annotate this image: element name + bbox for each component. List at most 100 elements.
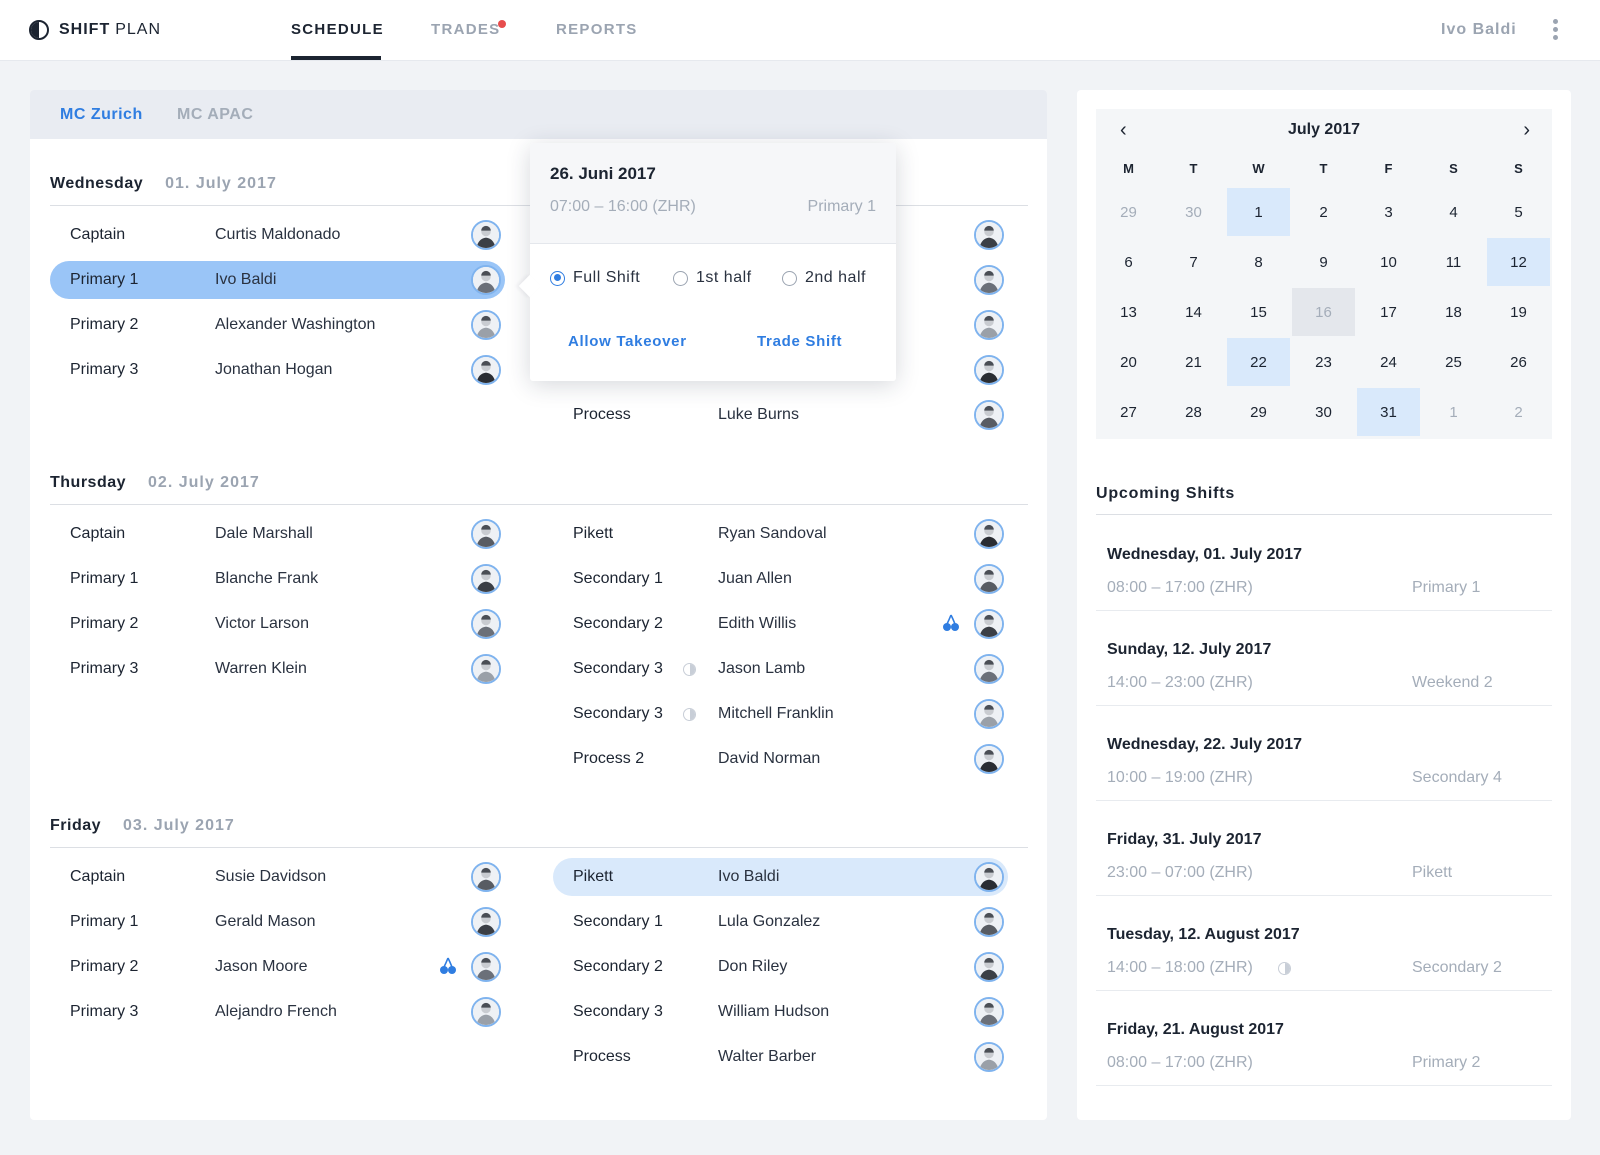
avatar[interactable] xyxy=(974,519,1004,549)
upcoming-shift-item[interactable]: Tuesday, 12. August 2017 14:00 – 18:00 (Z… xyxy=(1096,895,1552,991)
calendar-day[interactable]: 4 xyxy=(1422,188,1485,236)
calendar-day[interactable]: 27 xyxy=(1097,388,1160,436)
shift-row-secondary-2[interactable]: Secondary 2 Edith Willis xyxy=(553,605,1008,643)
radio-first-half[interactable]: 1st half xyxy=(673,269,752,287)
shift-row-secondary-1[interactable]: Secondary 1 Lula Gonzalez xyxy=(553,903,1008,941)
calendar-day[interactable]: 2 xyxy=(1292,188,1355,236)
calendar-day[interactable]: 29 xyxy=(1097,188,1160,236)
upcoming-shift-item[interactable]: Wednesday, 01. July 2017 08:00 – 17:00 (Z… xyxy=(1096,515,1552,611)
avatar[interactable] xyxy=(974,400,1004,430)
avatar[interactable] xyxy=(974,952,1004,982)
calendar-day[interactable]: 25 xyxy=(1422,338,1485,386)
calendar-day[interactable]: 1 xyxy=(1227,188,1290,236)
radio-full-shift[interactable]: Full Shift xyxy=(550,269,640,287)
shift-row-secondary-3[interactable]: Secondary 3 Jason Lamb xyxy=(553,650,1008,688)
avatar[interactable] xyxy=(974,265,1004,295)
upcoming-shift-item[interactable]: Friday, 31. July 2017 23:00 – 07:00 (ZHR)… xyxy=(1096,800,1552,896)
calendar-day[interactable]: 6 xyxy=(1097,238,1160,286)
calendar-day[interactable]: 2 xyxy=(1487,388,1550,436)
avatar[interactable] xyxy=(974,699,1004,729)
avatar[interactable] xyxy=(974,862,1004,892)
avatar[interactable] xyxy=(974,997,1004,1027)
upcoming-shift-item[interactable]: Sunday, 12. July 2017 14:00 – 23:00 (ZHR)… xyxy=(1096,610,1552,706)
avatar[interactable] xyxy=(974,355,1004,385)
tab-reports[interactable]: REPORTS xyxy=(556,21,638,38)
shift-row-primary-2[interactable]: Primary 2 Jason Moore xyxy=(50,948,505,986)
shift-row-primary-1[interactable]: Primary 1 Ivo Baldi xyxy=(50,261,505,299)
avatar[interactable] xyxy=(974,609,1004,639)
calendar-day[interactable]: 13 xyxy=(1097,288,1160,336)
avatar[interactable] xyxy=(471,564,501,594)
shift-row-primary-3[interactable]: Primary 3 Warren Klein xyxy=(50,650,505,688)
avatar[interactable] xyxy=(471,355,501,385)
shift-row-process[interactable]: Process Walter Barber xyxy=(553,1038,1008,1076)
avatar[interactable] xyxy=(471,220,501,250)
shift-row-primary-3[interactable]: Primary 3 Alejandro French xyxy=(50,993,505,1031)
avatar[interactable] xyxy=(974,1042,1004,1072)
upcoming-shift-item[interactable]: Wednesday, 22. July 2017 10:00 – 19:00 (Z… xyxy=(1096,705,1552,801)
app-logo[interactable]: SHIFT PLAN xyxy=(29,20,161,40)
calendar-day[interactable]: 10 xyxy=(1357,238,1420,286)
radio-second-half[interactable]: 2nd half xyxy=(782,269,866,287)
allow-takeover-button[interactable]: Allow Takeover xyxy=(568,333,687,350)
calendar-day[interactable]: 18 xyxy=(1422,288,1485,336)
calendar-day[interactable]: 30 xyxy=(1162,188,1225,236)
avatar[interactable] xyxy=(471,654,501,684)
calendar-day[interactable]: 26 xyxy=(1487,338,1550,386)
shift-row-secondary-1[interactable]: Secondary 1 Juan Allen xyxy=(553,560,1008,598)
calendar-day[interactable]: 5 xyxy=(1487,188,1550,236)
calendar-day[interactable]: 22 xyxy=(1227,338,1290,386)
avatar[interactable] xyxy=(974,220,1004,250)
tab-mc-zurich[interactable]: MC Zurich xyxy=(60,106,143,124)
calendar-day[interactable]: 7 xyxy=(1162,238,1225,286)
calendar-day[interactable]: 21 xyxy=(1162,338,1225,386)
calendar-day[interactable]: 31 xyxy=(1357,388,1420,436)
tab-trades[interactable]: TRADES xyxy=(431,21,500,38)
calendar-day[interactable]: 23 xyxy=(1292,338,1355,386)
calendar-day[interactable]: 20 xyxy=(1097,338,1160,386)
shift-row-pikett[interactable]: Pikett Ryan Sandoval xyxy=(553,515,1008,553)
shift-row-captain[interactable]: Captain Dale Marshall xyxy=(50,515,505,553)
avatar[interactable] xyxy=(974,564,1004,594)
user-name[interactable]: Ivo Baldi xyxy=(1441,21,1517,39)
calendar-day[interactable]: 30 xyxy=(1292,388,1355,436)
avatar[interactable] xyxy=(471,265,501,295)
calendar-day[interactable]: 8 xyxy=(1227,238,1290,286)
shift-row-secondary-3[interactable]: Secondary 3 Mitchell Franklin xyxy=(553,695,1008,733)
shift-row-process[interactable]: Process Luke Burns xyxy=(553,396,1008,434)
calendar-day[interactable]: 28 xyxy=(1162,388,1225,436)
calendar-day[interactable]: 11 xyxy=(1422,238,1485,286)
avatar[interactable] xyxy=(471,609,501,639)
calendar-day[interactable]: 24 xyxy=(1357,338,1420,386)
avatar[interactable] xyxy=(974,907,1004,937)
avatar[interactable] xyxy=(974,310,1004,340)
calendar-day[interactable]: 19 xyxy=(1487,288,1550,336)
trade-shift-button[interactable]: Trade Shift xyxy=(757,333,842,350)
shift-row-primary-2[interactable]: Primary 2 Alexander Washington xyxy=(50,306,505,344)
shift-row-secondary-3[interactable]: Secondary 3 William Hudson xyxy=(553,993,1008,1031)
avatar[interactable] xyxy=(974,744,1004,774)
avatar[interactable] xyxy=(471,862,501,892)
calendar-day[interactable]: 16 xyxy=(1292,288,1355,336)
upcoming-shift-item[interactable]: Friday, 21. August 2017 08:00 – 17:00 (ZH… xyxy=(1096,990,1552,1086)
avatar[interactable] xyxy=(471,519,501,549)
shift-row-primary-2[interactable]: Primary 2 Victor Larson xyxy=(50,605,505,643)
avatar[interactable] xyxy=(974,654,1004,684)
avatar[interactable] xyxy=(471,907,501,937)
shift-row-process-2[interactable]: Process 2 David Norman xyxy=(553,740,1008,778)
shift-row-captain[interactable]: Captain Susie Davidson xyxy=(50,858,505,896)
shift-row-pikett[interactable]: Pikett Ivo Baldi xyxy=(553,858,1008,896)
avatar[interactable] xyxy=(471,997,501,1027)
avatar[interactable] xyxy=(471,952,501,982)
calendar-day[interactable]: 14 xyxy=(1162,288,1225,336)
chevron-right-icon[interactable]: › xyxy=(1523,119,1530,142)
shift-row-primary-1[interactable]: Primary 1 Blanche Frank xyxy=(50,560,505,598)
tab-mc-apac[interactable]: MC APAC xyxy=(177,106,253,124)
calendar-day[interactable]: 9 xyxy=(1292,238,1355,286)
shift-row-captain[interactable]: Captain Curtis Maldonado xyxy=(50,216,505,254)
calendar-day[interactable]: 1 xyxy=(1422,388,1485,436)
calendar-day[interactable]: 29 xyxy=(1227,388,1290,436)
tab-schedule[interactable]: SCHEDULE xyxy=(291,21,384,38)
calendar-day[interactable]: 3 xyxy=(1357,188,1420,236)
calendar-day[interactable]: 15 xyxy=(1227,288,1290,336)
